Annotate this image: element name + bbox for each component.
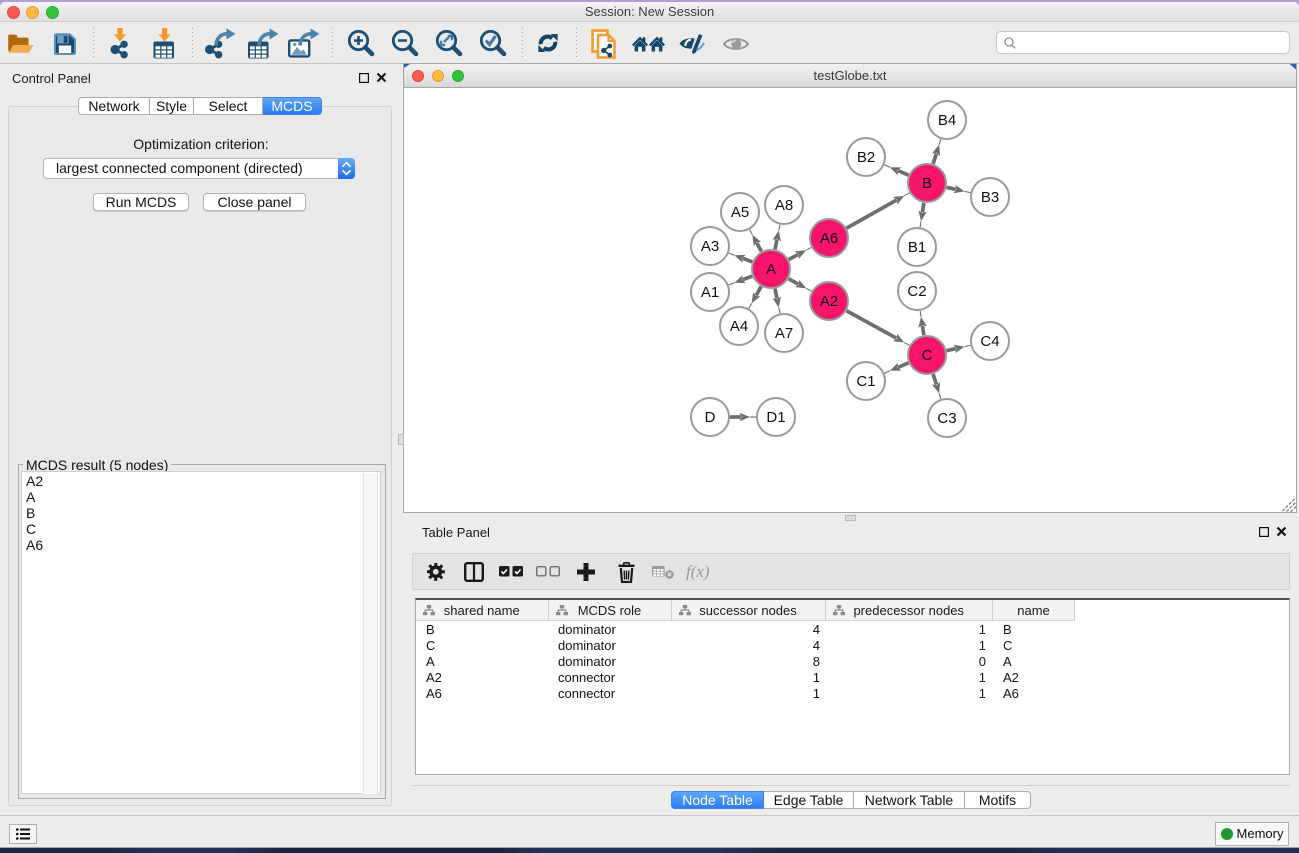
svg-text:B4: B4: [938, 112, 956, 129]
svg-text:A1: A1: [701, 284, 719, 301]
svg-text:A7: A7: [775, 325, 793, 342]
svg-text:A: A: [766, 261, 776, 278]
svg-text:C3: C3: [937, 410, 956, 427]
svg-text:A3: A3: [701, 238, 719, 255]
svg-text:A4: A4: [730, 318, 748, 335]
svg-text:A8: A8: [775, 197, 793, 214]
svg-text:C: C: [922, 347, 933, 364]
svg-text:B1: B1: [908, 239, 926, 256]
svg-text:A6: A6: [820, 230, 838, 247]
svg-text:A5: A5: [731, 204, 749, 221]
svg-text:B: B: [922, 175, 932, 192]
svg-text:C4: C4: [980, 333, 999, 350]
svg-text:D1: D1: [766, 409, 785, 426]
svg-text:A2: A2: [820, 293, 838, 310]
svg-text:B3: B3: [981, 189, 999, 206]
svg-text:C1: C1: [856, 373, 875, 390]
svg-text:B2: B2: [857, 149, 875, 166]
svg-text:C2: C2: [907, 283, 926, 300]
svg-text:D: D: [705, 409, 716, 426]
